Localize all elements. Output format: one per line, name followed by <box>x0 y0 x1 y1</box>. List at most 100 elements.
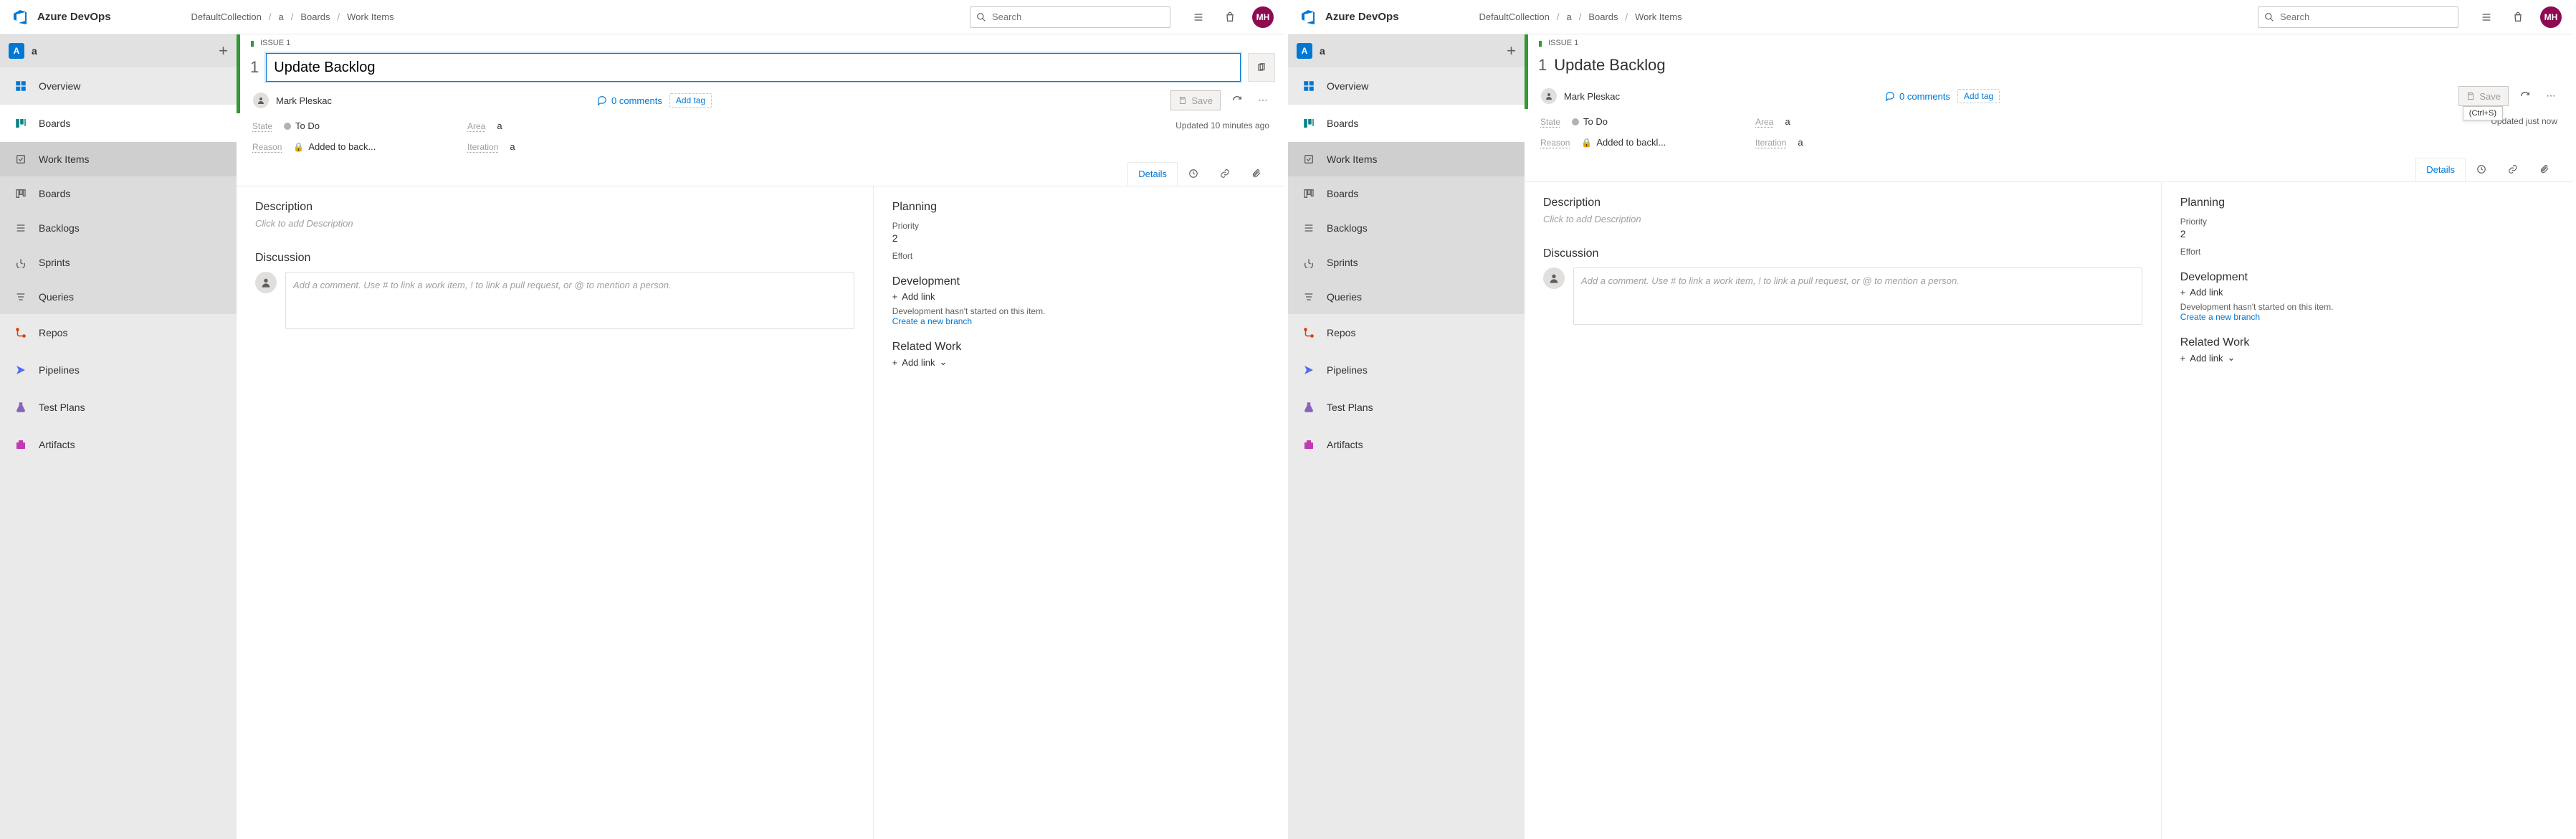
sidebar-item-pipelines[interactable]: Pipelines <box>1288 351 1525 389</box>
sidebar-item-boards[interactable]: Boards <box>0 105 237 142</box>
create-branch-link[interactable]: Create a new branch <box>2180 312 2554 322</box>
plus-icon: + <box>892 291 898 302</box>
list-icon[interactable] <box>1189 8 1208 27</box>
sidebar-item-work-items[interactable]: Work Items <box>1288 142 1525 176</box>
refresh-icon[interactable] <box>2516 87 2534 105</box>
breadcrumb-boards[interactable]: Boards <box>300 11 330 22</box>
iteration-value[interactable]: a <box>510 141 515 152</box>
breadcrumb-workitems[interactable]: Work Items <box>347 11 394 22</box>
search-box[interactable] <box>970 6 1170 28</box>
search-input[interactable] <box>2280 11 2452 22</box>
add-tag-button[interactable]: Add tag <box>669 93 712 108</box>
sidebar-item-boards[interactable]: Boards <box>1288 105 1525 142</box>
updated-timestamp[interactable]: Updated 10 minutes ago <box>1175 120 1269 131</box>
save-button[interactable]: Save <box>1170 90 1221 110</box>
development-note: Development hasn't started on this item. <box>2180 302 2554 312</box>
tab-history-icon[interactable] <box>1178 162 1209 186</box>
list-icon[interactable] <box>2477 8 2496 27</box>
breadcrumb-project[interactable]: a <box>1566 11 1571 22</box>
issue-type-bar: ▮ ISSUE 1 <box>237 34 1285 49</box>
sidebar-item-artifacts[interactable]: Artifacts <box>1288 426 1525 463</box>
title-side-button[interactable] <box>1248 53 1275 82</box>
tab-details[interactable]: Details <box>1127 162 1178 186</box>
sidebar-item-work-items[interactable]: Work Items <box>0 142 237 176</box>
avatar[interactable]: MH <box>1252 6 1274 28</box>
add-icon[interactable]: + <box>219 42 228 60</box>
add-icon[interactable]: + <box>1507 42 1516 60</box>
tab-links-icon[interactable] <box>2497 158 2529 181</box>
tab-attachments-icon[interactable] <box>1241 162 1272 186</box>
shopping-bag-icon[interactable] <box>1221 8 1239 27</box>
sidebar-item-overview[interactable]: Overview <box>0 67 237 105</box>
area-value[interactable]: a <box>497 120 502 131</box>
assignee-name[interactable]: Mark Pleskac <box>1564 91 1620 102</box>
product-name[interactable]: Azure DevOps <box>1325 11 1399 23</box>
sidebar-item-backlogs[interactable]: Backlogs <box>1288 211 1525 245</box>
sidebar-item-sprints[interactable]: Sprints <box>1288 245 1525 280</box>
sidebar-item-repos[interactable]: Repos <box>1288 314 1525 351</box>
breadcrumb-collection[interactable]: DefaultCollection <box>191 11 262 22</box>
sidebar-item-artifacts[interactable]: Artifacts <box>0 426 237 463</box>
add-tag-button[interactable]: Add tag <box>1957 89 2000 103</box>
shopping-bag-icon[interactable] <box>2509 8 2527 27</box>
issue-label[interactable]: ISSUE 1 <box>260 39 290 47</box>
product-name[interactable]: Azure DevOps <box>37 11 111 23</box>
discussion-avatar-icon <box>255 272 277 293</box>
issue-label[interactable]: ISSUE 1 <box>1548 39 1578 47</box>
iteration-value[interactable]: a <box>1798 137 1803 148</box>
sidebar-item-test-plans[interactable]: Test Plans <box>0 389 237 426</box>
description-placeholder[interactable]: Click to add Description <box>1543 209 2142 229</box>
search-input[interactable] <box>992 11 1164 22</box>
search-box[interactable] <box>2258 6 2458 28</box>
assignee-name[interactable]: Mark Pleskac <box>276 95 332 106</box>
priority-value[interactable]: 2 <box>2180 228 2554 240</box>
title-text[interactable]: Update Backlog <box>1554 53 2563 77</box>
add-link-related[interactable]: +Add link ⌄ <box>892 356 1266 368</box>
sidebar-item-overview[interactable]: Overview <box>1288 67 1525 105</box>
priority-value[interactable]: 2 <box>892 232 1266 244</box>
more-icon[interactable]: ⋯ <box>2542 87 2560 105</box>
sidebar-item-backlogs[interactable]: Backlogs <box>0 211 237 245</box>
add-link-related[interactable]: +Add link ⌄ <box>2180 352 2554 364</box>
project-row[interactable]: A a + <box>1288 34 1525 67</box>
sidebar-item-sub-boards[interactable]: Boards <box>0 176 237 211</box>
create-branch-link[interactable]: Create a new branch <box>892 316 1266 326</box>
sidebar-item-queries[interactable]: Queries <box>1288 280 1525 314</box>
refresh-icon[interactable] <box>1228 91 1246 110</box>
discussion-input[interactable]: Add a comment. Use # to link a work item… <box>285 272 854 329</box>
sidebar-item-test-plans[interactable]: Test Plans <box>1288 389 1525 426</box>
tab-history-icon[interactable] <box>2466 158 2497 181</box>
reason-value[interactable]: 🔒Added to backl... <box>1581 137 1666 148</box>
test-plans-icon <box>13 399 29 415</box>
breadcrumb-project[interactable]: a <box>278 11 283 22</box>
more-icon[interactable]: ⋯ <box>1254 91 1272 110</box>
sidebar-item-sprints[interactable]: Sprints <box>0 245 237 280</box>
tab-links-icon[interactable] <box>1209 162 1241 186</box>
add-link-development[interactable]: +Add link <box>892 291 1266 302</box>
reason-value[interactable]: 🔒Added to back... <box>293 141 376 152</box>
tab-details[interactable]: Details <box>2415 158 2466 181</box>
avatar[interactable]: MH <box>2540 6 2562 28</box>
save-button[interactable]: Save <box>2458 86 2509 106</box>
breadcrumb-collection[interactable]: DefaultCollection <box>1479 11 1550 22</box>
test-plans-icon <box>1301 399 1317 415</box>
discussion-input[interactable]: Add a comment. Use # to link a work item… <box>1573 267 2142 325</box>
project-row[interactable]: A a + <box>0 34 237 67</box>
comments-link[interactable]: 0 comments <box>597 95 662 106</box>
related-work-heading: Related Work <box>892 341 1266 354</box>
breadcrumb-workitems[interactable]: Work Items <box>1635 11 1682 22</box>
sidebar-item-pipelines[interactable]: Pipelines <box>0 351 237 389</box>
title-input[interactable] <box>266 53 1241 82</box>
add-link-development[interactable]: +Add link <box>2180 287 2554 298</box>
tab-attachments-icon[interactable] <box>2529 158 2560 181</box>
state-value[interactable]: To Do <box>1572 116 1608 127</box>
meta-row: Mark Pleskac 0 comments Add tag Save ⋯ <box>1525 83 2573 109</box>
comments-link[interactable]: 0 comments <box>1885 91 1950 102</box>
breadcrumb-boards[interactable]: Boards <box>1588 11 1618 22</box>
description-placeholder[interactable]: Click to add Description <box>255 214 854 233</box>
state-value[interactable]: To Do <box>284 120 320 131</box>
sidebar-item-repos[interactable]: Repos <box>0 314 237 351</box>
area-value[interactable]: a <box>1785 116 1790 127</box>
sidebar-item-sub-boards[interactable]: Boards <box>1288 176 1525 211</box>
sidebar-item-queries[interactable]: Queries <box>0 280 237 314</box>
